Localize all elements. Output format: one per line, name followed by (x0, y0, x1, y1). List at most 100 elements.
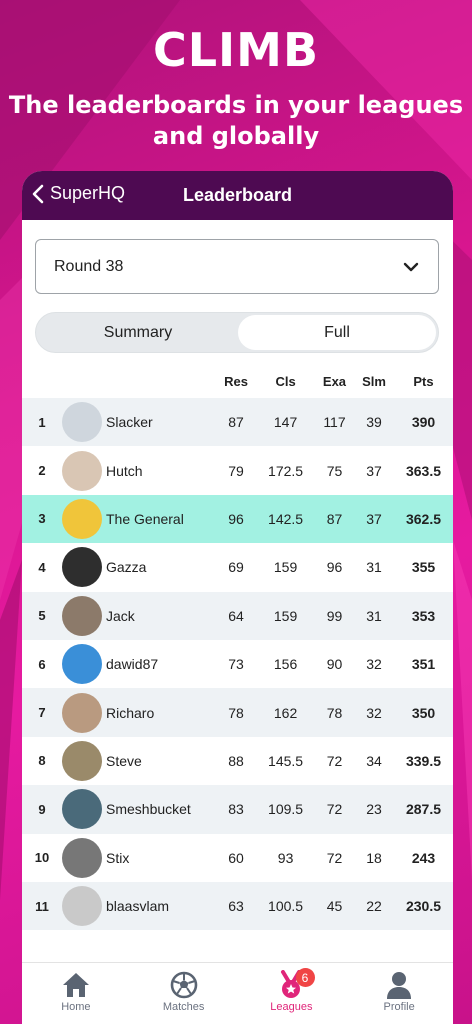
table-row[interactable]: 1 Slacker 87 147 117 39 390 (22, 398, 453, 447)
row-slm: 31 (366, 559, 382, 576)
avatar (62, 498, 102, 539)
table-row[interactable]: 11 blaasvlam 63 100.5 45 22 230.5 (22, 881, 453, 931)
avatar-cell (58, 495, 106, 543)
row-rank: 10 (34, 850, 50, 866)
row-pts: 287.5 (405, 801, 442, 818)
row-rank: 6 (38, 656, 46, 672)
chevron-down-icon (403, 262, 419, 272)
row-player-name: Slacker (106, 414, 153, 431)
header-res: Res (224, 373, 248, 389)
row-res: 69 (228, 559, 244, 576)
table-row[interactable]: 2 Hutch 79 172.5 75 37 363.5 (22, 446, 453, 494)
row-player-name: Gazza (106, 559, 147, 576)
phone-screen: SuperHQ Leaderboard Round 38 Summary Ful… (22, 171, 453, 1024)
table-row[interactable]: 8 Steve 88 145.5 72 34 339.5 (22, 737, 453, 785)
avatar (62, 740, 102, 781)
avatar-cell (58, 737, 106, 785)
row-exa: 72 (326, 801, 343, 818)
table-row[interactable]: 3 The General 96 142.5 87 37 362.5 (22, 494, 453, 544)
row-res: 63 (228, 898, 244, 915)
person-icon (387, 972, 412, 999)
header-avatar (58, 364, 106, 398)
row-rank: 2 (38, 463, 46, 479)
tab-leagues[interactable]: 6 Leagues (238, 963, 346, 1024)
header-exa: Exa (322, 373, 347, 389)
row-slm: 31 (366, 607, 382, 624)
avatar-cell (58, 834, 106, 882)
avatar (62, 692, 102, 733)
soccer-ball-icon (170, 971, 197, 999)
avatar-cell (58, 785, 106, 833)
row-exa: 117 (323, 414, 346, 431)
row-cls: 109.5 (268, 801, 304, 818)
row-cls: 93 (277, 849, 294, 866)
row-pts: 339.5 (405, 752, 442, 769)
table-row[interactable]: 10 Stix 60 93 72 18 243 (22, 834, 453, 882)
row-cls: 159 (273, 559, 298, 576)
row-slm: 32 (366, 704, 382, 721)
row-exa: 78 (326, 704, 343, 721)
row-player-name: Stix (106, 849, 130, 866)
row-exa: 99 (326, 607, 343, 624)
avatar (62, 837, 102, 878)
row-res: 96 (228, 510, 244, 527)
row-cls: 145.5 (268, 752, 304, 769)
tab-profile[interactable]: Profile (345, 963, 453, 1024)
table-row[interactable]: 4 Gazza 69 159 96 31 355 (22, 543, 453, 591)
row-exa: 90 (326, 656, 343, 673)
table-header: Res Cls Exa Slm Pts (22, 364, 453, 398)
header-name (106, 364, 216, 398)
row-player-name: Steve (106, 752, 142, 769)
row-slm: 39 (366, 414, 382, 431)
table-row[interactable]: 6 dawid87 73 156 90 32 351 (22, 640, 453, 688)
leagues-badge: 6 (295, 968, 315, 987)
header-pts: Pts (413, 373, 434, 389)
leaderboard-table: Res Cls Exa Slm Pts 1 Slacker 87 147 117 39 39… (22, 364, 453, 931)
row-rank: 1 (38, 414, 46, 430)
avatar-cell (58, 640, 106, 688)
row-player-name: The General (106, 510, 184, 527)
row-player-name: Jack (106, 607, 135, 624)
row-player-name: Hutch (106, 462, 143, 479)
row-pts: 390 (411, 414, 436, 431)
row-res: 79 (228, 462, 244, 479)
row-cls: 142.5 (268, 510, 304, 527)
hero-subtitle-line2: and globally (152, 122, 320, 150)
header-rank (22, 364, 58, 398)
row-res: 64 (228, 607, 244, 624)
tab-matches[interactable]: Matches (130, 963, 238, 1024)
avatar (62, 547, 102, 588)
table-row[interactable]: 9 Smeshbucket 83 109.5 72 23 287.5 (22, 785, 453, 834)
tab-full[interactable]: Full (238, 315, 436, 350)
tab-summary[interactable]: Summary (38, 315, 238, 350)
row-cls: 172.5 (268, 462, 304, 479)
table-row[interactable]: 7 Richaro 78 162 78 32 350 (22, 688, 453, 737)
row-pts: 243 (411, 849, 436, 866)
page-title: Leaderboard (182, 185, 293, 205)
row-exa: 87 (326, 510, 343, 527)
hero-title: CLIMB (152, 23, 320, 77)
round-select[interactable]: Round 38 (35, 239, 439, 294)
row-res: 78 (228, 704, 244, 721)
table-row[interactable]: 5 Jack 64 159 99 31 353 (22, 591, 453, 640)
tab-home[interactable]: Home (22, 963, 130, 1024)
row-exa: 96 (326, 559, 343, 576)
home-icon (62, 973, 89, 997)
row-slm: 18 (366, 849, 382, 866)
header-slm: Slm (362, 373, 386, 389)
bottom-tab-bar: Home Matches 6 Leagues Profile (22, 962, 453, 1024)
row-slm: 32 (366, 656, 382, 673)
row-slm: 37 (366, 510, 382, 527)
avatar-cell (58, 543, 106, 591)
row-res: 87 (228, 414, 244, 431)
avatar (62, 595, 102, 636)
tab-profile-label: Profile (383, 1001, 415, 1013)
row-rank: 5 (38, 608, 46, 624)
avatar (62, 886, 102, 927)
top-navigation-bar: SuperHQ Leaderboard (22, 171, 453, 220)
row-exa: 72 (326, 752, 343, 769)
row-pts: 350 (411, 704, 436, 721)
row-slm: 23 (366, 801, 382, 818)
avatar-cell (58, 688, 106, 736)
row-pts: 353 (411, 607, 436, 624)
